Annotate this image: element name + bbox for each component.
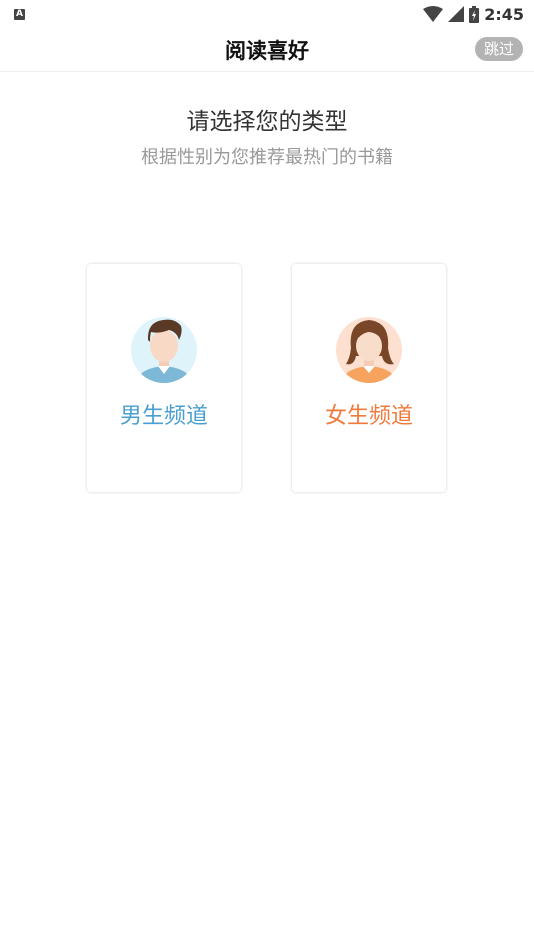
notification-icon: A: [14, 8, 25, 20]
status-bar: A 2:45: [0, 0, 534, 28]
status-time: 2:45: [484, 4, 524, 24]
male-avatar-icon: [131, 317, 197, 383]
signal-icon: [448, 6, 465, 22]
page-title: 阅读喜好: [225, 38, 309, 63]
female-avatar-icon: [336, 317, 402, 383]
male-channel-label: 男生频道: [119, 404, 208, 429]
selection-subheading: 根据性别为您推荐最热门的书籍: [141, 147, 393, 168]
male-channel-card[interactable]: 男生频道: [87, 264, 241, 492]
wifi-icon: [423, 6, 444, 22]
selection-heading: 请选择您的类型: [186, 109, 348, 135]
skip-button[interactable]: 跳过: [475, 37, 523, 61]
title-bar: 阅读喜好 跳过: [0, 28, 534, 72]
female-channel-label: 女生频道: [324, 404, 413, 429]
status-icons: 2:45: [423, 5, 524, 24]
battery-icon: [469, 5, 480, 23]
female-channel-card[interactable]: 女生频道: [292, 264, 446, 492]
